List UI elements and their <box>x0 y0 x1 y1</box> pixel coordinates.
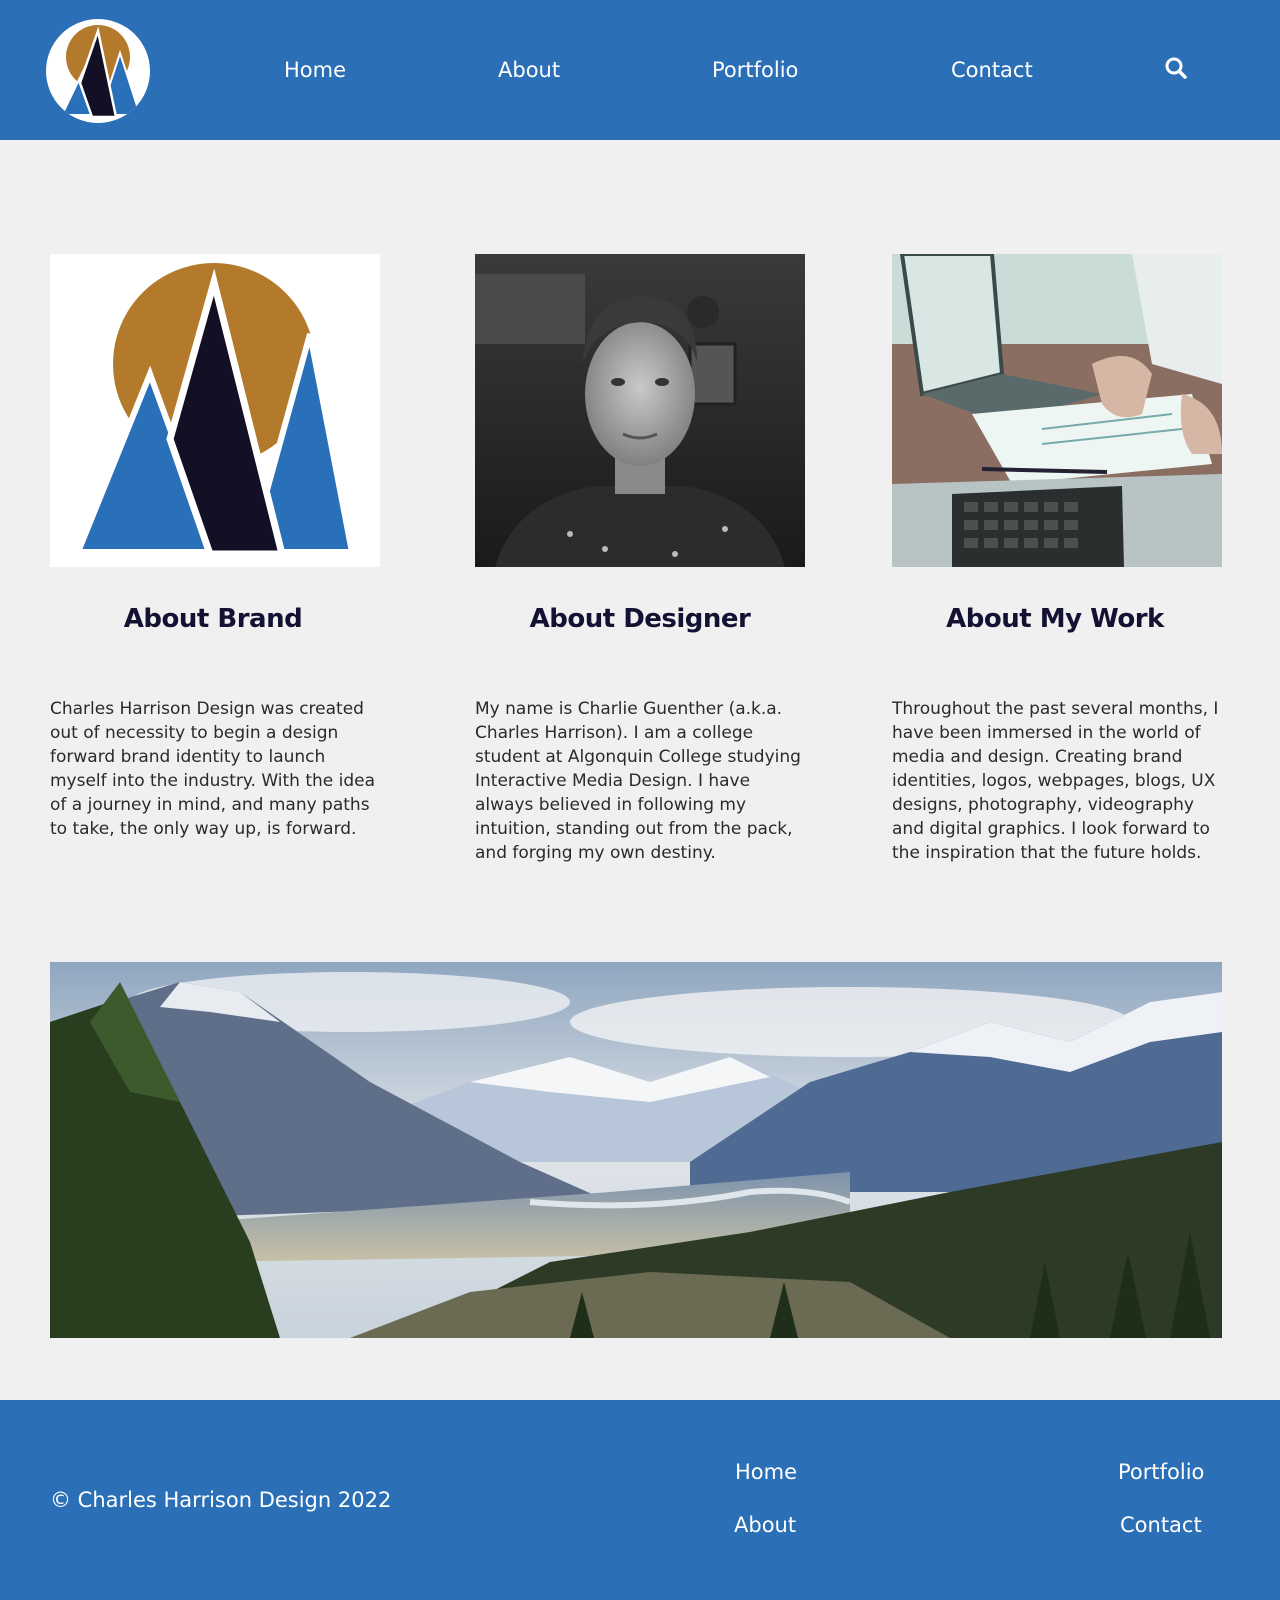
footer-about-link[interactable]: About <box>734 1513 796 1537</box>
card-text-brand: Charles Harrison Design was created out … <box>50 699 376 839</box>
card-text-designer: My name is Charlie Guenther (a.k.a. Char… <box>475 699 801 863</box>
designer-portrait-image <box>475 254 805 567</box>
work-laptop-image <box>892 254 1222 567</box>
search-icon <box>1165 57 1187 79</box>
footer-copyright: © Charles Harrison Design 2022 <box>50 1488 392 1512</box>
card-title-work: About My Work <box>946 604 1164 634</box>
footer-portfolio-link[interactable]: Portfolio <box>1118 1460 1204 1484</box>
nav-portfolio-link[interactable]: Portfolio <box>712 56 798 84</box>
search-button[interactable] <box>1164 56 1194 86</box>
footer-home-link[interactable]: Home <box>735 1460 797 1484</box>
site-header: Home About Portfolio Contact <box>0 0 1280 140</box>
mountain-landscape-banner <box>50 962 1222 1338</box>
site-footer: © Charles Harrison Design 2022 Home Port… <box>0 1400 1280 1600</box>
nav-about-link[interactable]: About <box>498 56 560 84</box>
card-text-work: Throughout the past several months, I ha… <box>892 699 1219 863</box>
brand-logo-image <box>50 254 380 567</box>
nav-contact-link[interactable]: Contact <box>951 56 1033 84</box>
card-title-brand: About Brand <box>123 604 303 634</box>
footer-contact-link[interactable]: Contact <box>1120 1513 1202 1537</box>
nav-home-link[interactable]: Home <box>284 56 346 84</box>
card-title-designer: About Designer <box>529 604 751 634</box>
site-logo[interactable] <box>46 19 150 123</box>
mountain-logo-icon <box>60 25 142 119</box>
